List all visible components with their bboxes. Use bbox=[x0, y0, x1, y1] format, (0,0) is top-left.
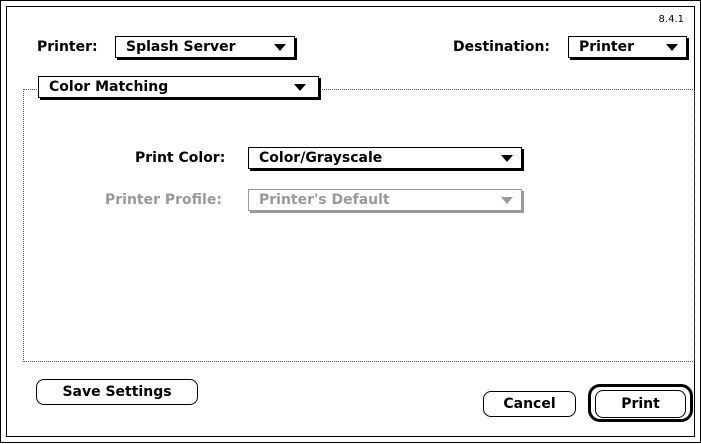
version-label: 8.4.1 bbox=[658, 14, 684, 25]
printer-profile-popup-value: Printer's Default bbox=[259, 192, 390, 208]
chevron-down-icon bbox=[294, 84, 306, 91]
chevron-down-icon bbox=[666, 44, 678, 51]
chevron-down-icon bbox=[274, 44, 286, 51]
cancel-button[interactable]: Cancel bbox=[483, 391, 576, 417]
chevron-down-icon bbox=[501, 197, 513, 204]
print-dialog: 8.4.1 Printer: Splash Server Destination… bbox=[0, 0, 701, 443]
printer-label: Printer: bbox=[37, 39, 98, 55]
printer-profile-popup[interactable]: Printer's Default bbox=[248, 189, 522, 211]
print-color-popup[interactable]: Color/Grayscale bbox=[248, 147, 522, 169]
section-popup[interactable]: Color Matching bbox=[38, 76, 319, 98]
destination-label: Destination: bbox=[453, 39, 551, 55]
destination-popup-value: Printer bbox=[579, 39, 635, 55]
printer-profile-label: Printer Profile: bbox=[105, 192, 222, 208]
print-color-label: Print Color: bbox=[135, 150, 226, 166]
destination-popup[interactable]: Printer bbox=[568, 36, 687, 58]
save-settings-button[interactable]: Save Settings bbox=[36, 379, 198, 405]
print-color-popup-value: Color/Grayscale bbox=[259, 150, 383, 166]
color-matching-panel bbox=[23, 89, 695, 362]
print-button[interactable]: Print bbox=[595, 390, 686, 418]
section-popup-value: Color Matching bbox=[49, 79, 169, 95]
printer-popup[interactable]: Splash Server bbox=[115, 36, 295, 58]
chevron-down-icon bbox=[501, 155, 513, 162]
printer-popup-value: Splash Server bbox=[126, 39, 236, 55]
